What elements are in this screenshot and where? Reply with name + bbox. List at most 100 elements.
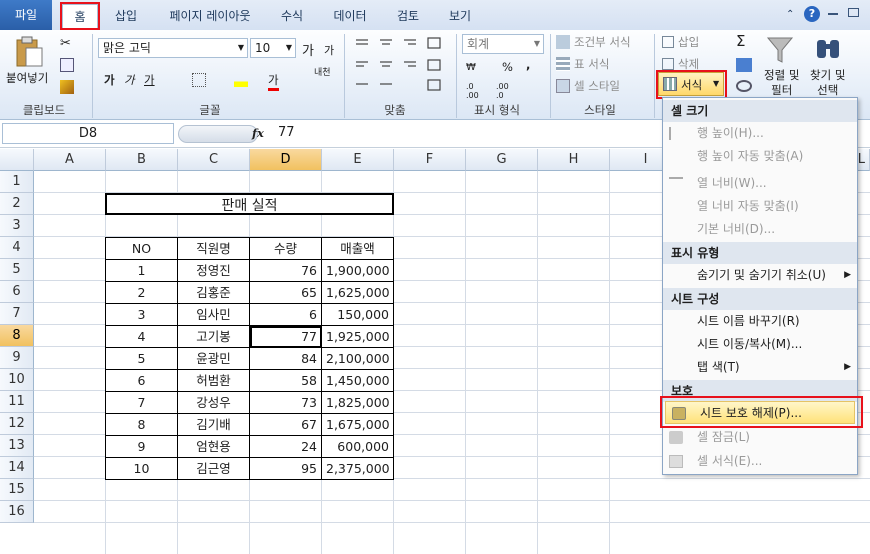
window-restore-icon[interactable]	[848, 8, 859, 17]
copy-icon[interactable]	[60, 58, 74, 72]
font-size-combo[interactable]: 10 ▼	[250, 38, 296, 58]
bold-button[interactable]: 가	[104, 72, 115, 88]
currency-icon[interactable]: ₩	[466, 62, 484, 76]
fill-color-icon[interactable]	[234, 73, 248, 87]
menu-item-rename-sheet[interactable]: 시트 이름 바꾸기(R)	[663, 310, 857, 333]
cell-sales[interactable]: 1,900,000	[322, 260, 394, 282]
cell-qty[interactable]: 67	[250, 414, 322, 436]
cell-style-icon[interactable]	[556, 79, 570, 93]
cell-sales[interactable]: 150,000	[322, 304, 394, 326]
menu-item-default-width[interactable]: 기본 너비(D)...	[663, 218, 857, 241]
row-header[interactable]: 11	[0, 391, 34, 413]
tab-data[interactable]: 데이터	[328, 4, 372, 28]
row-header[interactable]: 6	[0, 281, 34, 303]
cell-styles-button[interactable]: 셀 스타일	[574, 78, 620, 94]
cell-no[interactable]: 10	[106, 458, 178, 480]
cell-no[interactable]: 8	[106, 414, 178, 436]
sort-filter-icon[interactable]	[766, 34, 794, 64]
fill-icon[interactable]	[736, 58, 752, 72]
row-header[interactable]: 9	[0, 347, 34, 369]
cell-no[interactable]: 6	[106, 370, 178, 392]
column-header[interactable]: B	[106, 149, 178, 171]
row-header[interactable]: 15	[0, 479, 34, 501]
menu-item-move-copy-sheet[interactable]: 시트 이동/복사(M)...	[663, 333, 857, 356]
window-minimize-icon[interactable]	[828, 13, 838, 15]
cell-sales[interactable]: 600,000	[322, 436, 394, 458]
clear-icon[interactable]	[736, 80, 752, 92]
column-header[interactable]: A	[34, 149, 106, 171]
row-header[interactable]: 16	[0, 501, 34, 523]
cell-qty[interactable]: 73	[250, 392, 322, 414]
column-header-selected[interactable]: D	[250, 149, 322, 171]
phonetic-button[interactable]: 내천	[314, 68, 334, 78]
cell-qty[interactable]: 95	[250, 458, 322, 480]
cut-icon[interactable]: ✂	[60, 36, 74, 51]
cell-sales[interactable]: 1,825,000	[322, 392, 394, 414]
table-format-icon[interactable]	[556, 57, 570, 71]
cell-no[interactable]: 3	[106, 304, 178, 326]
cell-name[interactable]: 김기배	[178, 414, 250, 436]
sort-filter-button[interactable]: 정렬 및 필터	[764, 68, 799, 98]
grow-font-button[interactable]: 가	[302, 40, 314, 59]
column-header[interactable]: G	[466, 149, 538, 171]
border-icon[interactable]	[192, 73, 206, 87]
paste-icon[interactable]	[14, 36, 44, 68]
cell-qty[interactable]: 84	[250, 348, 322, 370]
paste-button[interactable]: 붙여넣기	[6, 70, 48, 86]
row-header[interactable]: 14	[0, 457, 34, 479]
row-header[interactable]: 3	[0, 215, 34, 237]
row-header[interactable]: 7	[0, 303, 34, 325]
menu-item-unprotect-sheet[interactable]: 시트 보호 해제(P)...	[665, 401, 855, 424]
decrease-decimal-icon[interactable]: .00 .0	[496, 82, 518, 100]
shrink-font-button[interactable]: 가	[324, 42, 334, 58]
alignment-icons[interactable]	[354, 36, 444, 92]
italic-button[interactable]: 가	[124, 72, 135, 88]
cell-name[interactable]: 윤광민	[178, 348, 250, 370]
format-painter-icon[interactable]	[60, 80, 74, 94]
insert-cells-button[interactable]: 삽입	[678, 34, 699, 50]
menu-item-autofit-row[interactable]: 행 높이 자동 맞춤(A)	[663, 145, 857, 168]
name-box[interactable]: D8	[2, 123, 174, 144]
cell-sales[interactable]: 2,375,000	[322, 458, 394, 480]
column-header[interactable]: F	[394, 149, 466, 171]
find-select-icon[interactable]	[814, 34, 842, 64]
cell-name[interactable]: 정영진	[178, 260, 250, 282]
column-header[interactable]: E	[322, 149, 394, 171]
cell-name[interactable]: 김근영	[178, 458, 250, 480]
column-header[interactable]: C	[178, 149, 250, 171]
select-all-corner[interactable]	[0, 149, 34, 171]
cell-no[interactable]: 2	[106, 282, 178, 304]
menu-item-tab-color[interactable]: 탭 색(T) ▶	[663, 356, 857, 379]
tab-page-layout[interactable]: 페이지 레이아웃	[160, 4, 260, 28]
cell-sales[interactable]: 1,925,000	[322, 326, 394, 348]
cell-name[interactable]: 김홍준	[178, 282, 250, 304]
insert-cells-icon[interactable]	[662, 36, 674, 48]
percent-button[interactable]: %	[502, 60, 513, 74]
row-header[interactable]: 5	[0, 259, 34, 281]
menu-item-hide-unhide[interactable]: 숨기기 및 숨기기 취소(U) ▶	[663, 264, 857, 287]
row-header[interactable]: 4	[0, 237, 34, 259]
row-header[interactable]: 2	[0, 193, 34, 215]
sheet-title[interactable]: 판매 실적	[105, 193, 394, 215]
cell-sales[interactable]: 1,675,000	[322, 414, 394, 436]
cell-qty[interactable]: 65	[250, 282, 322, 304]
formula-bar-divider[interactable]	[178, 125, 258, 143]
row-header[interactable]: 10	[0, 369, 34, 391]
table-header[interactable]: 직원명	[178, 238, 250, 260]
conditional-format-icon[interactable]	[556, 35, 570, 49]
menu-item-lock-cell[interactable]: 셀 잠금(L)	[663, 426, 857, 449]
autosum-button[interactable]: Σ	[736, 32, 745, 50]
menu-item-row-height[interactable]: 행 높이(H)...	[663, 122, 857, 145]
cell-name[interactable]: 임사민	[178, 304, 250, 326]
font-name-combo[interactable]: 맑은 고딕 ▼	[98, 38, 248, 58]
cell-name[interactable]: 고기봉	[178, 326, 250, 348]
menu-item-column-width[interactable]: 열 너비(W)...	[663, 172, 857, 195]
cell-no[interactable]: 9	[106, 436, 178, 458]
underline-button[interactable]: 가	[144, 72, 155, 88]
help-icon[interactable]: ?	[804, 6, 820, 22]
table-header[interactable]: NO	[106, 238, 178, 260]
tab-formulas[interactable]: 수식	[274, 4, 310, 28]
row-header[interactable]: 12	[0, 413, 34, 435]
table-header[interactable]: 매출액	[322, 238, 394, 260]
cell-name[interactable]: 엄현용	[178, 436, 250, 458]
